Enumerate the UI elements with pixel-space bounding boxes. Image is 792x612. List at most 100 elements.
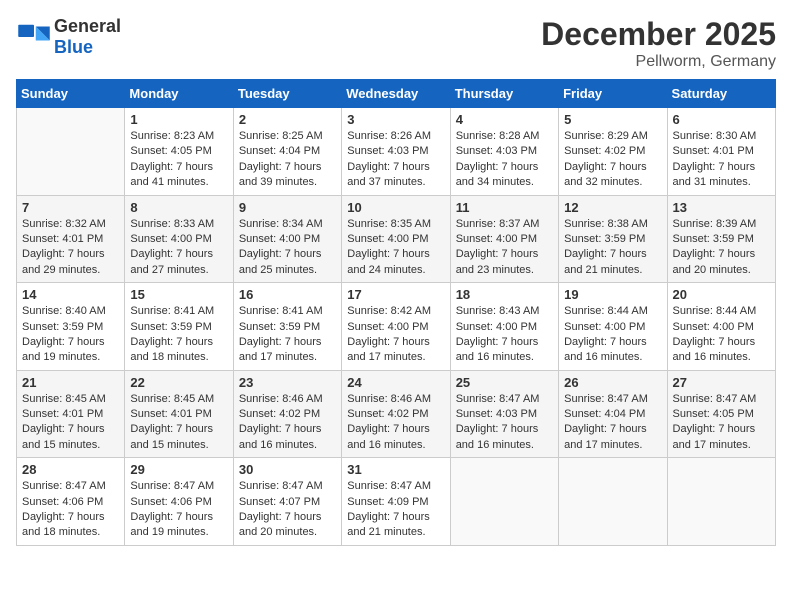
day-info: Sunrise: 8:47 AM Sunset: 4:09 PM Dayligh…	[347, 479, 444, 541]
day-number: 17	[347, 287, 444, 302]
calendar-day-cell: 19 Sunrise: 8:44 AM Sunset: 4:00 PM Dayli…	[559, 283, 667, 371]
day-info: Sunrise: 8:47 AM Sunset: 4:05 PM Dayligh…	[673, 392, 770, 454]
day-info: Sunrise: 8:34 AM Sunset: 4:00 PM Dayligh…	[239, 217, 336, 279]
calendar-week-row: 21 Sunrise: 8:45 AM Sunset: 4:01 PM Dayli…	[17, 370, 776, 458]
day-info: Sunrise: 8:40 AM Sunset: 3:59 PM Dayligh…	[22, 304, 119, 366]
calendar-day-cell: 25 Sunrise: 8:47 AM Sunset: 4:03 PM Dayli…	[450, 370, 558, 458]
day-number: 21	[22, 375, 119, 390]
calendar-day-cell: 5 Sunrise: 8:29 AM Sunset: 4:02 PM Daylig…	[559, 108, 667, 196]
day-info: Sunrise: 8:25 AM Sunset: 4:04 PM Dayligh…	[239, 129, 336, 191]
day-number: 19	[564, 287, 661, 302]
day-number: 7	[22, 200, 119, 215]
day-number: 25	[456, 375, 553, 390]
day-info: Sunrise: 8:32 AM Sunset: 4:01 PM Dayligh…	[22, 217, 119, 279]
day-info: Sunrise: 8:44 AM Sunset: 4:00 PM Dayligh…	[673, 304, 770, 366]
day-number: 6	[673, 112, 770, 127]
calendar-day-cell: 21 Sunrise: 8:45 AM Sunset: 4:01 PM Dayli…	[17, 370, 125, 458]
day-info: Sunrise: 8:47 AM Sunset: 4:07 PM Dayligh…	[239, 479, 336, 541]
calendar-day-cell: 6 Sunrise: 8:30 AM Sunset: 4:01 PM Daylig…	[667, 108, 775, 196]
day-number: 9	[239, 200, 336, 215]
calendar-day-cell: 1 Sunrise: 8:23 AM Sunset: 4:05 PM Daylig…	[125, 108, 233, 196]
calendar-week-row: 1 Sunrise: 8:23 AM Sunset: 4:05 PM Daylig…	[17, 108, 776, 196]
calendar-week-row: 7 Sunrise: 8:32 AM Sunset: 4:01 PM Daylig…	[17, 195, 776, 283]
calendar-body: 1 Sunrise: 8:23 AM Sunset: 4:05 PM Daylig…	[17, 108, 776, 546]
day-info: Sunrise: 8:29 AM Sunset: 4:02 PM Dayligh…	[564, 129, 661, 191]
day-number: 29	[130, 462, 227, 477]
title-block: December 2025 Pellworm, Germany	[541, 16, 776, 71]
day-info: Sunrise: 8:38 AM Sunset: 3:59 PM Dayligh…	[564, 217, 661, 279]
day-number: 26	[564, 375, 661, 390]
day-number: 13	[673, 200, 770, 215]
calendar-day-cell: 28Sunrise: 8:47 AM Sunset: 4:06 PM Dayli…	[17, 458, 125, 546]
calendar-day-cell: 31 Sunrise: 8:47 AM Sunset: 4:09 PM Dayli…	[342, 458, 450, 546]
day-info: Sunrise: 8:35 AM Sunset: 4:00 PM Dayligh…	[347, 217, 444, 279]
day-number: 16	[239, 287, 336, 302]
day-number: 20	[673, 287, 770, 302]
calendar-day-cell: 12 Sunrise: 8:38 AM Sunset: 3:59 PM Dayli…	[559, 195, 667, 283]
calendar-day-cell: 18 Sunrise: 8:43 AM Sunset: 4:00 PM Dayli…	[450, 283, 558, 371]
day-number: 18	[456, 287, 553, 302]
calendar-day-cell: 10 Sunrise: 8:35 AM Sunset: 4:00 PM Dayli…	[342, 195, 450, 283]
calendar-day-cell: 15 Sunrise: 8:41 AM Sunset: 3:59 PM Dayli…	[125, 283, 233, 371]
day-info: Sunrise: 8:42 AM Sunset: 4:00 PM Dayligh…	[347, 304, 444, 366]
day-number: 10	[347, 200, 444, 215]
day-number: 24	[347, 375, 444, 390]
day-number: 14	[22, 287, 119, 302]
weekday-header: Friday	[559, 80, 667, 108]
logo: General Blue	[16, 16, 121, 58]
calendar-day-cell: 7 Sunrise: 8:32 AM Sunset: 4:01 PM Daylig…	[17, 195, 125, 283]
day-info: Sunrise: 8:45 AM Sunset: 4:01 PM Dayligh…	[22, 392, 119, 454]
day-number: 23	[239, 375, 336, 390]
calendar-table: SundayMondayTuesdayWednesdayThursdayFrid…	[16, 79, 776, 546]
day-number: 30	[239, 462, 336, 477]
calendar-day-cell: 13 Sunrise: 8:39 AM Sunset: 3:59 PM Dayli…	[667, 195, 775, 283]
calendar-day-cell: 22Sunrise: 8:45 AM Sunset: 4:01 PM Dayli…	[125, 370, 233, 458]
weekday-header: Saturday	[667, 80, 775, 108]
day-number: 2	[239, 112, 336, 127]
day-number: 11	[456, 200, 553, 215]
day-info: Sunrise: 8:30 AM Sunset: 4:01 PM Dayligh…	[673, 129, 770, 191]
day-number: 15	[130, 287, 227, 302]
day-number: 12	[564, 200, 661, 215]
logo-text: General Blue	[54, 16, 121, 58]
day-number: 31	[347, 462, 444, 477]
calendar-day-cell	[17, 108, 125, 196]
weekday-header: Sunday	[17, 80, 125, 108]
logo-icon	[16, 23, 52, 51]
calendar-day-cell	[667, 458, 775, 546]
weekday-header: Wednesday	[342, 80, 450, 108]
day-number: 5	[564, 112, 661, 127]
calendar-day-cell: 26 Sunrise: 8:47 AM Sunset: 4:04 PM Dayli…	[559, 370, 667, 458]
day-info: Sunrise: 8:41 AM Sunset: 3:59 PM Dayligh…	[130, 304, 227, 366]
calendar-week-row: 28 Sunrise: 8:47 AM Sunset: 4:06 PM Dayli…	[17, 458, 776, 546]
day-number: 27	[673, 375, 770, 390]
calendar-day-cell: 30 Sunrise: 8:47 AM Sunset: 4:07 PM Dayli…	[233, 458, 341, 546]
day-number: 28	[22, 462, 119, 477]
calendar-day-cell: 9 Sunrise: 8:34 AM Sunset: 4:00 PM Daylig…	[233, 195, 341, 283]
day-number: 1	[130, 112, 227, 127]
calendar-day-cell: 23Sunrise: 8:46 AM Sunset: 4:02 PM Dayli…	[233, 370, 341, 458]
day-info: Sunrise: 8:47 AM Sunset: 4:03 PM Dayligh…	[456, 392, 553, 454]
calendar-day-cell: 24 Sunrise: 8:46 AM Sunset: 4:02 PM Dayli…	[342, 370, 450, 458]
day-info: Sunrise: 8:23 AM Sunset: 4:05 PM Dayligh…	[130, 129, 227, 191]
day-number: 8	[130, 200, 227, 215]
calendar-day-cell: 27 Sunrise: 8:47 AM Sunset: 4:05 PM Dayli…	[667, 370, 775, 458]
day-info: Sunrise: 8:44 AM Sunset: 4:00 PM Dayligh…	[564, 304, 661, 366]
calendar-subtitle: Pellworm, Germany	[541, 53, 776, 71]
calendar-day-cell: 17 Sunrise: 8:42 AM Sunset: 4:00 PM Dayli…	[342, 283, 450, 371]
calendar-day-cell: 14 Sunrise: 8:40 AM Sunset: 3:59 PM Dayli…	[17, 283, 125, 371]
day-info: Sunrise: 8:47 AM Sunset: 4:04 PM Dayligh…	[564, 392, 661, 454]
day-info: Sunrise: 8:47 AM Sunset: 4:06 PM Dayligh…	[130, 479, 227, 541]
calendar-header-row: SundayMondayTuesdayWednesdayThursdayFrid…	[17, 80, 776, 108]
day-info: Sunrise: 8:39 AM Sunset: 3:59 PM Dayligh…	[673, 217, 770, 279]
day-info: Sunrise: 8:33 AM Sunset: 4:00 PM Dayligh…	[130, 217, 227, 279]
day-info: Sunrise: 8:37 AM Sunset: 4:00 PM Dayligh…	[456, 217, 553, 279]
weekday-header: Thursday	[450, 80, 558, 108]
calendar-day-cell	[450, 458, 558, 546]
calendar-day-cell: 3Sunrise: 8:26 AM Sunset: 4:03 PM Daylig…	[342, 108, 450, 196]
day-info: Sunrise: 8:43 AM Sunset: 4:00 PM Dayligh…	[456, 304, 553, 366]
calendar-day-cell: 20 Sunrise: 8:44 AM Sunset: 4:00 PM Dayli…	[667, 283, 775, 371]
day-info: Sunrise: 8:46 AM Sunset: 4:02 PM Dayligh…	[347, 392, 444, 454]
calendar-day-cell	[559, 458, 667, 546]
day-info: Sunrise: 8:26 AM Sunset: 4:03 PM Dayligh…	[347, 129, 444, 191]
